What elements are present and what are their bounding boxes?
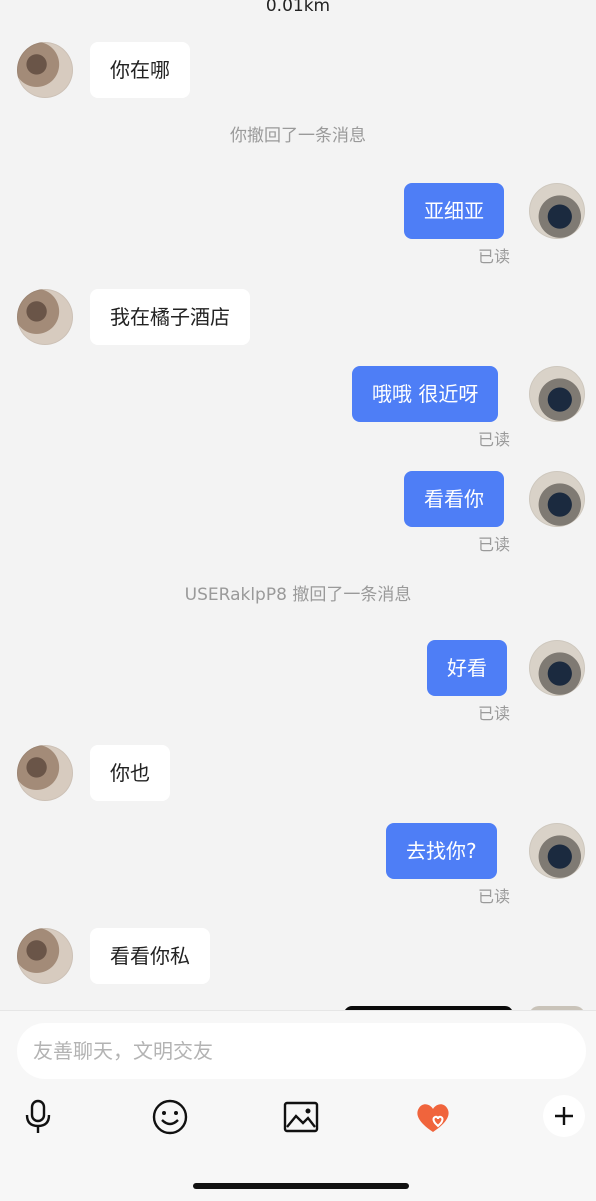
- contact-avatar[interactable]: [17, 289, 73, 345]
- my-avatar[interactable]: [529, 640, 585, 696]
- heart-icon[interactable]: [413, 1097, 453, 1137]
- read-receipt: 已读: [478, 704, 511, 723]
- plus-icon[interactable]: [543, 1095, 585, 1137]
- message-bubble-sent[interactable]: 好看: [427, 640, 507, 696]
- message-bubble-sent[interactable]: 去找你?: [386, 823, 497, 879]
- chat-area[interactable]: 你在哪 你撤回了一条消息 亚细亚 已读 我在橘子酒店 哦哦 很近呀 已读 看看你…: [0, 0, 596, 1010]
- microphone-icon[interactable]: [18, 1097, 58, 1137]
- my-avatar[interactable]: [529, 471, 585, 527]
- message-bubble-sent[interactable]: 哦哦 很近呀: [352, 366, 499, 422]
- composer-bar: [0, 1010, 596, 1201]
- contact-avatar[interactable]: [17, 928, 73, 984]
- contact-avatar[interactable]: [17, 42, 73, 98]
- message-input[interactable]: [17, 1023, 586, 1079]
- message-bubble-sent[interactable]: 看看你: [404, 471, 504, 527]
- home-indicator[interactable]: [193, 1183, 409, 1189]
- message-bubble-sent[interactable]: 亚细亚: [404, 183, 504, 239]
- contact-avatar[interactable]: [17, 745, 73, 801]
- my-avatar[interactable]: [529, 366, 585, 422]
- read-receipt: 已读: [478, 535, 511, 554]
- emoji-icon[interactable]: [150, 1097, 190, 1137]
- system-notice: 你撤回了一条消息: [230, 126, 366, 146]
- image-icon[interactable]: [281, 1097, 321, 1137]
- message-bubble-received[interactable]: 你在哪: [90, 42, 190, 98]
- system-notice: USERaklpP8 撤回了一条消息: [184, 585, 412, 605]
- my-avatar[interactable]: [529, 183, 585, 239]
- message-bubble-received[interactable]: 我在橘子酒店: [90, 289, 250, 345]
- my-avatar[interactable]: [529, 823, 585, 879]
- read-receipt: 已读: [478, 887, 511, 906]
- message-bubble-received[interactable]: 看看你私: [90, 928, 210, 984]
- read-receipt: 已读: [478, 430, 511, 449]
- message-bubble-received[interactable]: 你也: [90, 745, 170, 801]
- read-receipt: 已读: [478, 247, 511, 266]
